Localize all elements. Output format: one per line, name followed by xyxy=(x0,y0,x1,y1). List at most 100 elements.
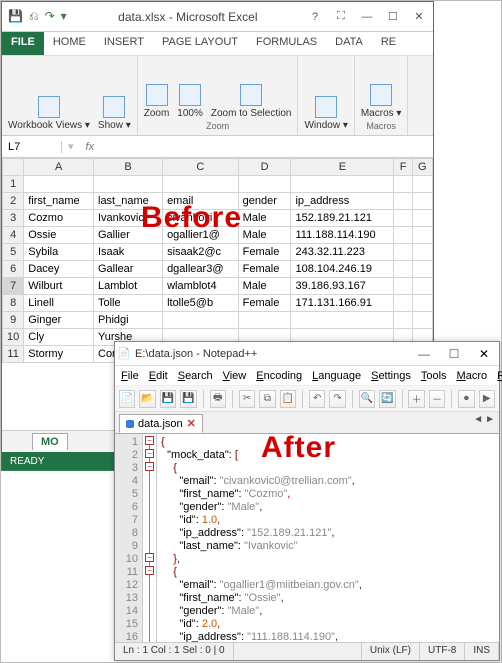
npp-titlebar[interactable]: 📄 E:\data.json - Notepad++ — ☐ ✕ xyxy=(115,342,499,366)
namebox-dropdown-icon[interactable]: ▾ xyxy=(62,140,80,153)
cell[interactable]: Male xyxy=(238,227,291,244)
cell[interactable] xyxy=(94,176,163,193)
cell[interactable] xyxy=(394,312,412,329)
redo-icon[interactable]: ↷ xyxy=(45,9,55,24)
col-header[interactable] xyxy=(3,159,24,176)
editor-area[interactable]: 123456789101112131415161718 −−−−− { "moc… xyxy=(115,434,499,642)
cell[interactable]: 152.189.21.121 xyxy=(291,210,394,227)
print-icon[interactable]: 🖶 xyxy=(210,390,226,408)
cell[interactable]: Wilburt xyxy=(24,278,94,295)
save-icon[interactable]: 💾 xyxy=(8,9,23,24)
cell[interactable]: Phidgi xyxy=(94,312,163,329)
row-header[interactable]: 4 xyxy=(3,227,24,244)
cut-icon[interactable]: ✂ xyxy=(239,390,255,408)
undo-icon[interactable]: ↶ xyxy=(309,390,325,408)
cell[interactable]: Cly xyxy=(24,329,94,346)
cell[interactable] xyxy=(163,176,239,193)
zoom-out-icon[interactable]: － xyxy=(429,390,445,408)
show-button[interactable]: Show ▾ xyxy=(98,96,131,131)
zoom-in-icon[interactable]: ＋ xyxy=(408,390,424,408)
cell[interactable]: Cozmo xyxy=(24,210,94,227)
row-header[interactable]: 1 xyxy=(3,176,24,193)
menu-item[interactable]: Macro xyxy=(457,370,488,382)
cell[interactable]: sisaak2@c xyxy=(163,244,239,261)
name-box[interactable]: L7 xyxy=(2,141,62,153)
col-header[interactable]: A xyxy=(24,159,94,176)
menu-item[interactable]: Language xyxy=(312,370,361,382)
col-header[interactable]: D xyxy=(238,159,291,176)
workbook-views-button[interactable]: Workbook Views ▾ xyxy=(8,96,90,131)
npp-minimize-button[interactable]: — xyxy=(409,343,439,365)
cell[interactable]: wlamblot4 xyxy=(163,278,239,295)
col-header[interactable]: C xyxy=(163,159,239,176)
col-header[interactable]: G xyxy=(412,159,432,176)
tab-formulas[interactable]: FORMULAS xyxy=(247,32,326,55)
npp-maximize-button[interactable]: ☐ xyxy=(439,343,469,365)
row-header[interactable]: 2 xyxy=(3,193,24,210)
cell[interactable] xyxy=(394,244,412,261)
cell[interactable] xyxy=(394,295,412,312)
cell[interactable] xyxy=(394,193,412,210)
cell[interactable]: 108.104.246.19 xyxy=(291,261,394,278)
tab-data[interactable]: DATA xyxy=(326,32,372,55)
cell[interactable]: Ginger xyxy=(24,312,94,329)
cell[interactable]: Ossie xyxy=(24,227,94,244)
cell[interactable]: Isaak xyxy=(94,244,163,261)
open-file-icon[interactable]: 📂 xyxy=(139,390,155,408)
cell[interactable]: Sybila xyxy=(24,244,94,261)
close-tab-icon[interactable]: ✕ xyxy=(187,417,196,430)
tab-scroll-left-icon[interactable]: ◄ xyxy=(473,414,483,425)
row-header[interactable]: 10 xyxy=(3,329,24,346)
maximize-button[interactable]: ☐ xyxy=(381,7,405,27)
cell[interactable]: Female xyxy=(238,295,291,312)
row-header[interactable]: 9 xyxy=(3,312,24,329)
paste-icon[interactable]: 📋 xyxy=(280,390,296,408)
menu-item[interactable]: View xyxy=(223,370,247,382)
cell[interactable] xyxy=(394,227,412,244)
cell[interactable]: Dacey xyxy=(24,261,94,278)
cell[interactable] xyxy=(412,312,432,329)
menu-item[interactable]: Tools xyxy=(421,370,447,382)
worksheet-grid[interactable]: ABCDEFG12first_namelast_nameemailgenderi… xyxy=(2,158,433,363)
cell[interactable] xyxy=(412,278,432,295)
zoom-button[interactable]: Zoom xyxy=(144,84,170,119)
cell[interactable] xyxy=(412,210,432,227)
new-file-icon[interactable]: 📄 xyxy=(119,390,135,408)
macros-button[interactable]: Macros ▾ xyxy=(361,84,402,119)
cell[interactable]: Female xyxy=(238,244,291,261)
cell[interactable]: ltolle5@b xyxy=(163,295,239,312)
cell[interactable]: 39.186.93.167 xyxy=(291,278,394,295)
col-header[interactable]: F xyxy=(394,159,412,176)
cell[interactable] xyxy=(394,176,412,193)
cell[interactable] xyxy=(412,244,432,261)
cell[interactable] xyxy=(291,312,394,329)
menu-item[interactable]: Edit xyxy=(149,370,168,382)
minimize-button[interactable]: — xyxy=(355,7,379,27)
menu-item[interactable]: Settings xyxy=(371,370,411,382)
row-header[interactable]: 5 xyxy=(3,244,24,261)
cell[interactable] xyxy=(412,193,432,210)
menu-item[interactable]: Search xyxy=(178,370,213,382)
row-header[interactable]: 11 xyxy=(3,346,24,363)
ribbon-options-icon[interactable]: ⛶ xyxy=(329,7,353,27)
row-header[interactable]: 6 xyxy=(3,261,24,278)
cell[interactable] xyxy=(163,312,239,329)
macro-play-icon[interactable]: ▶ xyxy=(479,390,495,408)
save-all-icon[interactable]: 💾 xyxy=(180,390,196,408)
cell[interactable]: Female xyxy=(238,261,291,278)
row-header[interactable]: 8 xyxy=(3,295,24,312)
sheet-tab[interactable]: MO xyxy=(32,433,68,450)
cell[interactable] xyxy=(291,176,394,193)
document-tab[interactable]: data.json ✕ xyxy=(119,414,203,433)
tab-scroll-right-icon[interactable]: ► xyxy=(485,414,495,425)
find-icon[interactable]: 🔍 xyxy=(359,390,375,408)
cell[interactable] xyxy=(394,278,412,295)
menu-item[interactable]: Encoding xyxy=(256,370,302,382)
cell[interactable] xyxy=(412,261,432,278)
menu-item[interactable]: File xyxy=(121,370,139,382)
window-button[interactable]: Window ▾ xyxy=(304,96,347,131)
cell[interactable]: 243.32.11.223 xyxy=(291,244,394,261)
tab-file[interactable]: FILE xyxy=(2,32,44,55)
macro-record-icon[interactable]: ⏺ xyxy=(458,390,474,408)
col-header[interactable]: B xyxy=(94,159,163,176)
